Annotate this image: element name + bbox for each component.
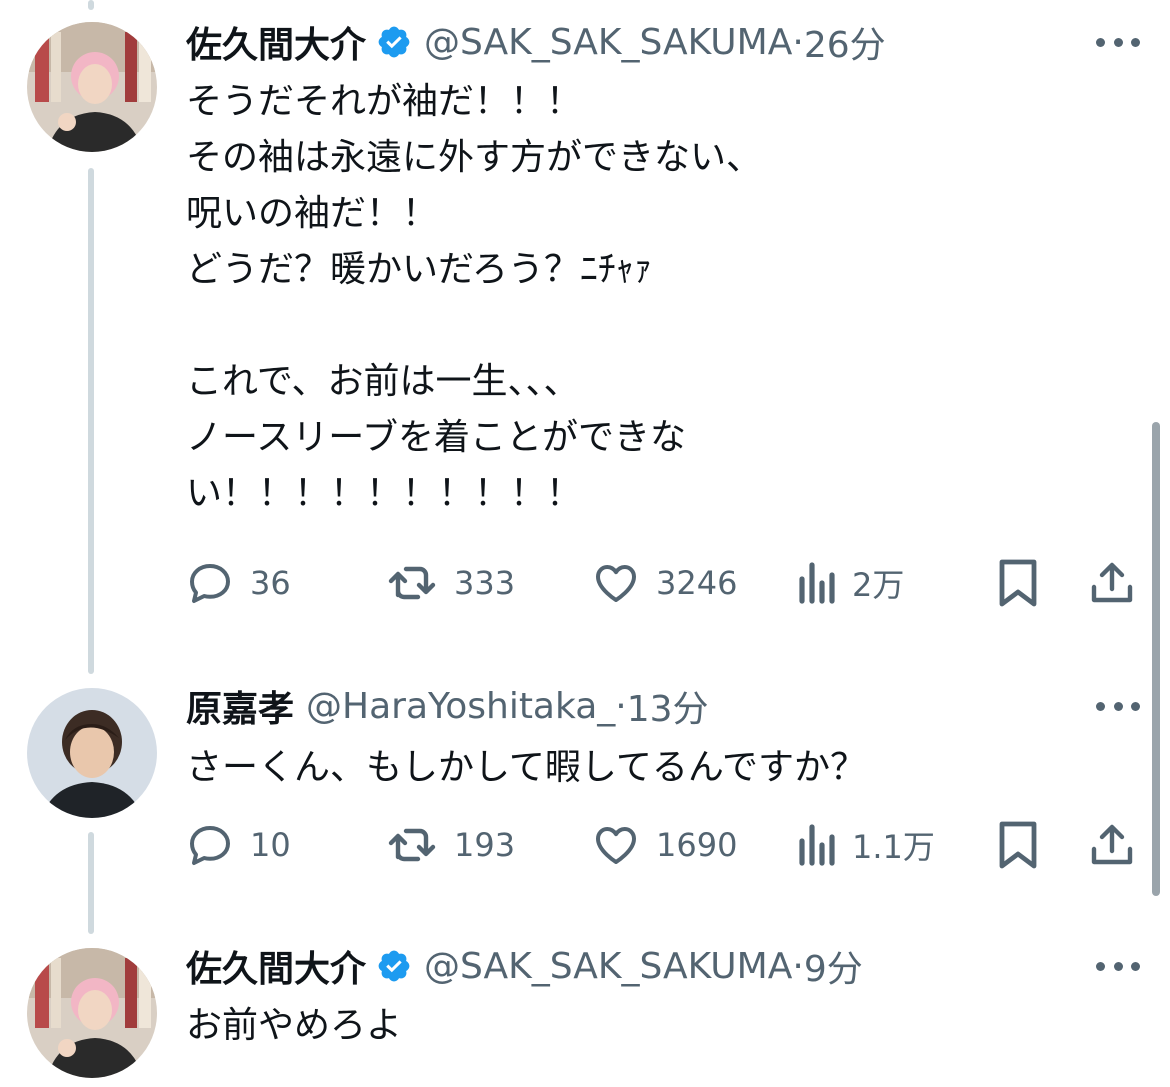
thread-line xyxy=(88,168,94,674)
verified-icon xyxy=(376,24,412,60)
tweet-actions: 36 333 3246 2万 xyxy=(186,558,1136,608)
timestamp[interactable]: 9分 xyxy=(804,940,863,992)
tweet-text-line: その袖は永遠に外す方ができない、 xyxy=(186,137,763,178)
views-button[interactable]: 1.1万 xyxy=(796,820,935,870)
tweet-text-line xyxy=(186,298,762,354)
reply-icon xyxy=(190,564,230,603)
separator-dot: · xyxy=(792,945,804,987)
tweet-header: 佐久間大介 @SAK_SAK_SAKUMA · 9分 xyxy=(186,940,863,992)
separator-dot: · xyxy=(615,685,627,727)
tweet-text: さーくん、もしかして暇してるんですか？ xyxy=(186,740,866,796)
retweet-count: 193 xyxy=(454,826,516,864)
share-button[interactable] xyxy=(1088,820,1136,870)
retweet-icon xyxy=(388,828,436,862)
separator-dot: · xyxy=(792,21,804,63)
scrollbar-thumb[interactable] xyxy=(1152,422,1160,896)
tweet-text-line: ノースリーブを着ことができな xyxy=(186,417,687,458)
avatar-photo xyxy=(27,688,157,818)
tweet-text-line: い！！！！！！！！！！ xyxy=(186,473,583,514)
timestamp[interactable]: 13分 xyxy=(627,680,709,732)
like-button[interactable]: 1690 xyxy=(592,820,737,870)
author-name[interactable]: 佐久間大介 xyxy=(186,940,366,992)
thread-line xyxy=(88,832,94,934)
reply-icon xyxy=(190,826,230,865)
avatar-photo xyxy=(27,22,157,152)
author-name[interactable]: 佐久間大介 xyxy=(186,16,366,68)
author-handle[interactable]: @HaraYoshitaka_ xyxy=(306,686,615,727)
tweet-text-line: お前やめろよ xyxy=(186,1005,403,1046)
tweet-text: そうだそれが袖だ！！！ その袖は永遠に外す方ができない、 呪いの袖だ！！ どうだ… xyxy=(186,74,762,522)
bookmark-icon xyxy=(999,559,1037,607)
retweet-button[interactable]: 193 xyxy=(386,820,515,870)
like-count: 1690 xyxy=(656,826,738,864)
views-icon xyxy=(799,824,835,866)
like-icon xyxy=(596,827,636,864)
author-handle[interactable]: @SAK_SAK_SAKUMA xyxy=(424,22,792,63)
tweet-text-line: 呪いの袖だ！！ xyxy=(186,193,439,234)
retweet-count: 333 xyxy=(454,564,516,602)
reply-button[interactable]: 10 xyxy=(186,820,291,870)
views-button[interactable]: 2万 xyxy=(796,558,904,608)
bookmark-button[interactable] xyxy=(996,558,1040,608)
reply-button[interactable]: 36 xyxy=(186,558,291,608)
reply-count: 10 xyxy=(250,826,291,864)
avatar[interactable] xyxy=(27,948,157,1078)
bookmark-icon xyxy=(999,821,1037,869)
tweet-actions: 10 193 1690 1.1万 xyxy=(186,820,1136,870)
retweet-icon xyxy=(388,566,436,600)
avatar[interactable] xyxy=(27,22,157,152)
retweet-button[interactable]: 333 xyxy=(386,558,515,608)
tweet-text: お前やめろよ xyxy=(186,998,402,1054)
tweet-text-line: これで、お前は一生、、、 xyxy=(186,361,580,402)
like-icon xyxy=(596,565,636,602)
views-count: 1.1万 xyxy=(852,828,935,866)
share-icon xyxy=(1091,562,1133,603)
tweet-header: 佐久間大介 @SAK_SAK_SAKUMA · 26分 xyxy=(186,16,886,68)
timestamp[interactable]: 26分 xyxy=(804,16,886,68)
bookmark-button[interactable] xyxy=(996,820,1040,870)
author-handle[interactable]: @SAK_SAK_SAKUMA xyxy=(424,946,792,987)
tweet-header: 原嘉孝 @HaraYoshitaka_ · 13分 xyxy=(186,680,709,732)
tweet-text-line: さーくん、もしかして暇してるんですか？ xyxy=(186,747,867,788)
share-icon xyxy=(1091,824,1133,865)
more-options-icon[interactable] xyxy=(1096,956,1140,976)
more-options-icon[interactable] xyxy=(1096,32,1140,52)
views-icon xyxy=(799,562,835,604)
like-button[interactable]: 3246 xyxy=(592,558,737,608)
reply-count: 36 xyxy=(250,564,291,602)
tweet-text-line: どうだ？暖かいだろう？ﾆﾁｬｧ xyxy=(186,249,652,290)
like-count: 3246 xyxy=(656,564,738,602)
avatar-photo xyxy=(27,948,157,1078)
verified-icon xyxy=(376,948,412,984)
share-button[interactable] xyxy=(1088,558,1136,608)
avatar[interactable] xyxy=(27,688,157,818)
views-count: 2万 xyxy=(852,566,905,604)
thread-line-top xyxy=(88,0,94,10)
author-name[interactable]: 原嘉孝 xyxy=(186,680,294,732)
more-options-icon[interactable] xyxy=(1096,696,1140,716)
tweet-text-line: そうだそれが袖だ！！！ xyxy=(186,81,583,122)
